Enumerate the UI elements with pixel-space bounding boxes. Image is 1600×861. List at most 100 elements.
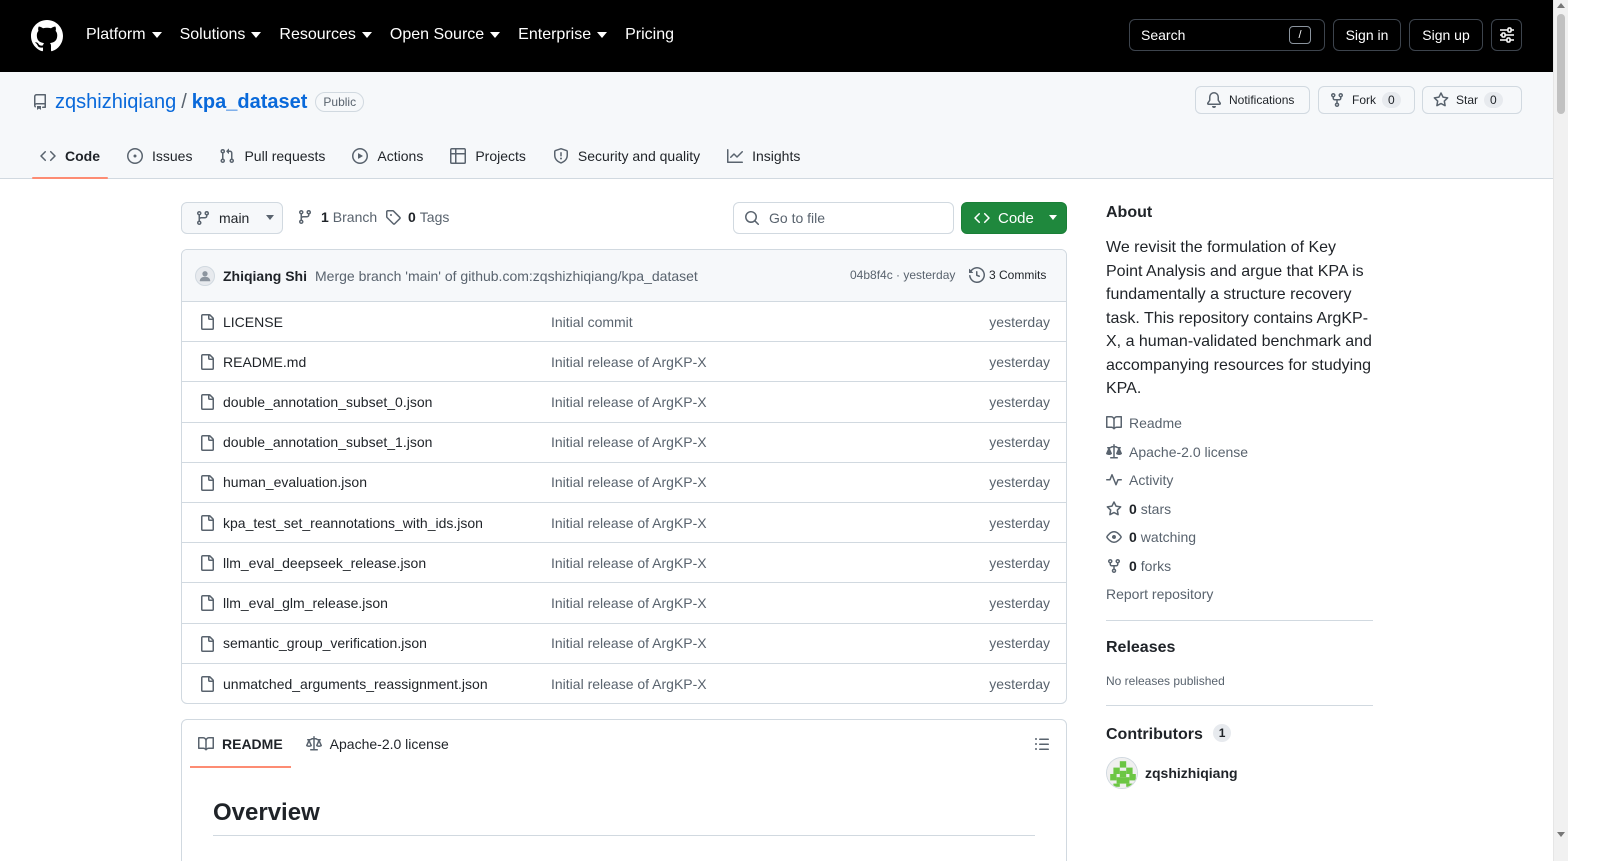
file-commit-message-link[interactable]: Initial release of ArgKP-X	[551, 555, 707, 571]
table-row[interactable]: README.md Initial release of ArgKP-X yeste…	[182, 342, 1066, 383]
file-commit-message-link[interactable]: Initial release of ArgKP-X	[551, 394, 707, 410]
file-icon-wrap	[199, 314, 215, 330]
sidebar-divider	[1106, 705, 1373, 706]
scroll-up-arrow-icon[interactable]	[1557, 3, 1565, 8]
commit-author-link[interactable]: Zhiqiang Shi	[223, 268, 307, 284]
nav-pricing[interactable]: Pricing	[625, 24, 674, 46]
file-commit-message-link[interactable]: Initial commit	[551, 314, 633, 330]
nav-open-source[interactable]: Open Source	[390, 24, 501, 46]
commits-history-link[interactable]: 3 Commits	[969, 267, 1046, 283]
contributors-header: Contributors 1	[1106, 724, 1232, 744]
activity-link[interactable]: Activity	[1106, 472, 1173, 488]
tags-link[interactable]: 0 Tags	[385, 209, 449, 225]
repo-owner-link[interactable]: zqshizhiqiang	[55, 91, 176, 114]
file-name-link[interactable]: llm_eval_glm_release.json	[223, 595, 388, 611]
file-name-link[interactable]: semantic_group_verification.json	[223, 635, 427, 651]
latest-commit-row: Zhiqiang Shi Merge branch 'main' of gith…	[182, 250, 1066, 302]
bell-icon	[1206, 92, 1221, 108]
file-name-link[interactable]: llm_eval_deepseek_release.json	[223, 555, 426, 571]
contributor-name-link[interactable]: zqshizhiqiang	[1145, 765, 1238, 781]
table-row[interactable]: human_evaluation.json Initial release of …	[182, 463, 1066, 503]
sliders-icon	[1499, 27, 1514, 43]
releases-heading[interactable]: Releases	[1106, 639, 1175, 657]
sign-in-button[interactable]: Sign in	[1333, 19, 1401, 51]
tab-insights[interactable]: Insights	[719, 134, 808, 178]
menu-button[interactable]	[1491, 19, 1522, 51]
scroll-thumb[interactable]	[1557, 14, 1565, 114]
branches-link[interactable]: 1 Branch	[297, 209, 377, 225]
star-button[interactable]: Star 0	[1422, 86, 1522, 114]
play-icon	[352, 148, 369, 164]
file-commit-message-link[interactable]: Initial release of ArgKP-X	[551, 474, 707, 490]
readme-tabs: README Apache-2.0 license	[190, 720, 464, 768]
avatar[interactable]	[195, 265, 215, 286]
file-name-link[interactable]: double_annotation_subset_0.json	[223, 394, 432, 410]
table-row[interactable]: kpa_test_set_reannotations_with_ids.json…	[182, 503, 1066, 544]
tab-issues[interactable]: Issues	[119, 134, 200, 178]
file-commit-time: yesterday	[989, 514, 1050, 531]
tab-actions[interactable]: Actions	[344, 134, 431, 178]
repo-tabs: Code Issues Pull requests Actions Projec…	[32, 134, 819, 179]
avatar[interactable]	[1106, 757, 1138, 789]
file-commit-time: yesterday	[989, 474, 1050, 491]
commit-hash-time[interactable]: 04b8f4c · yesterday	[850, 268, 955, 282]
search-label: Search	[1141, 27, 1186, 43]
file-commit-message-link[interactable]: Initial release of ArgKP-X	[551, 354, 707, 370]
file-name-link[interactable]: unmatched_arguments_reassignment.json	[223, 676, 488, 692]
forks-link[interactable]: 0 forks	[1106, 558, 1171, 574]
watching-link[interactable]: 0 watching	[1106, 529, 1196, 545]
file-commit-message-link[interactable]: Initial release of ArgKP-X	[551, 434, 707, 450]
file-name-link[interactable]: human_evaluation.json	[223, 474, 367, 490]
file-name-link[interactable]: LICENSE	[223, 314, 283, 330]
commit-message-link[interactable]: Merge branch 'main' of github.com:zqshiz…	[315, 268, 698, 284]
list-unordered-icon[interactable]	[1034, 736, 1050, 752]
chevron-down-icon	[266, 215, 275, 220]
nav-resources[interactable]: Resources	[279, 24, 372, 46]
fork-button[interactable]: Fork 0	[1318, 86, 1415, 114]
file-commit-message-link[interactable]: Initial release of ArgKP-X	[551, 515, 707, 531]
branch-label: Branch	[332, 209, 378, 225]
global-nav: Platform Solutions Resources Open Source…	[86, 24, 692, 46]
file-icon	[201, 555, 214, 572]
readme-link[interactable]: Readme	[1106, 415, 1182, 431]
file-name-link[interactable]: README.md	[223, 354, 306, 370]
sign-up-button[interactable]: Sign up	[1409, 19, 1483, 51]
tab-code[interactable]: Code	[32, 134, 108, 179]
table-row[interactable]: LICENSE Initial commit yesterday	[182, 302, 1066, 343]
tab-security[interactable]: Security and quality	[545, 134, 708, 178]
tab-license[interactable]: Apache-2.0 license	[298, 720, 457, 768]
page-scrollbar[interactable]	[1553, 0, 1568, 861]
repo-name-link[interactable]: kpa_dataset	[192, 91, 308, 114]
report-repository-link[interactable]: Report repository	[1106, 586, 1213, 602]
nav-solutions[interactable]: Solutions	[180, 24, 262, 46]
forks-count: 0	[1129, 558, 1137, 574]
tab-projects[interactable]: Projects	[442, 134, 534, 178]
table-row[interactable]: double_annotation_subset_0.json Initial r…	[182, 382, 1066, 423]
file-name-link[interactable]: kpa_test_set_reannotations_with_ids.json	[223, 515, 483, 531]
table-row[interactable]: unmatched_arguments_reassignment.json Ini…	[182, 664, 1066, 703]
code-dropdown-button[interactable]: Code	[961, 202, 1067, 234]
branch-selector[interactable]: main	[181, 202, 283, 234]
file-commit-message-link[interactable]: Initial release of ArgKP-X	[551, 676, 707, 692]
tab-pull-requests[interactable]: Pull requests	[211, 134, 333, 178]
file-commit-message-link[interactable]: Initial release of ArgKP-X	[551, 595, 707, 611]
table-row[interactable]: llm_eval_deepseek_release.json Initial re…	[182, 543, 1066, 584]
license-link[interactable]: Apache-2.0 license	[1106, 444, 1248, 460]
file-commit-message-link[interactable]: Initial release of ArgKP-X	[551, 635, 707, 651]
table-row[interactable]: double_annotation_subset_1.json Initial r…	[182, 423, 1066, 463]
table-row[interactable]: semantic_group_verification.json Initial …	[182, 624, 1066, 664]
go-to-file-input[interactable]: Go to file	[733, 202, 954, 234]
file-name-link[interactable]: double_annotation_subset_1.json	[223, 434, 432, 450]
contributors-heading[interactable]: Contributors	[1106, 726, 1203, 743]
nav-platform[interactable]: Platform	[86, 24, 162, 46]
search-button[interactable]: Search /	[1129, 19, 1325, 51]
file-commit-time: yesterday	[989, 313, 1050, 330]
stars-link[interactable]: 0 stars	[1106, 501, 1171, 517]
github-logo-icon[interactable]	[31, 20, 63, 52]
table-row[interactable]: llm_eval_glm_release.json Initial release…	[182, 583, 1066, 624]
scroll-down-arrow-icon[interactable]	[1557, 832, 1565, 837]
readme-heading: Overview	[213, 799, 320, 826]
notifications-button[interactable]: Notifications	[1195, 86, 1310, 114]
nav-enterprise[interactable]: Enterprise	[518, 24, 608, 46]
tab-readme[interactable]: README	[190, 720, 291, 768]
